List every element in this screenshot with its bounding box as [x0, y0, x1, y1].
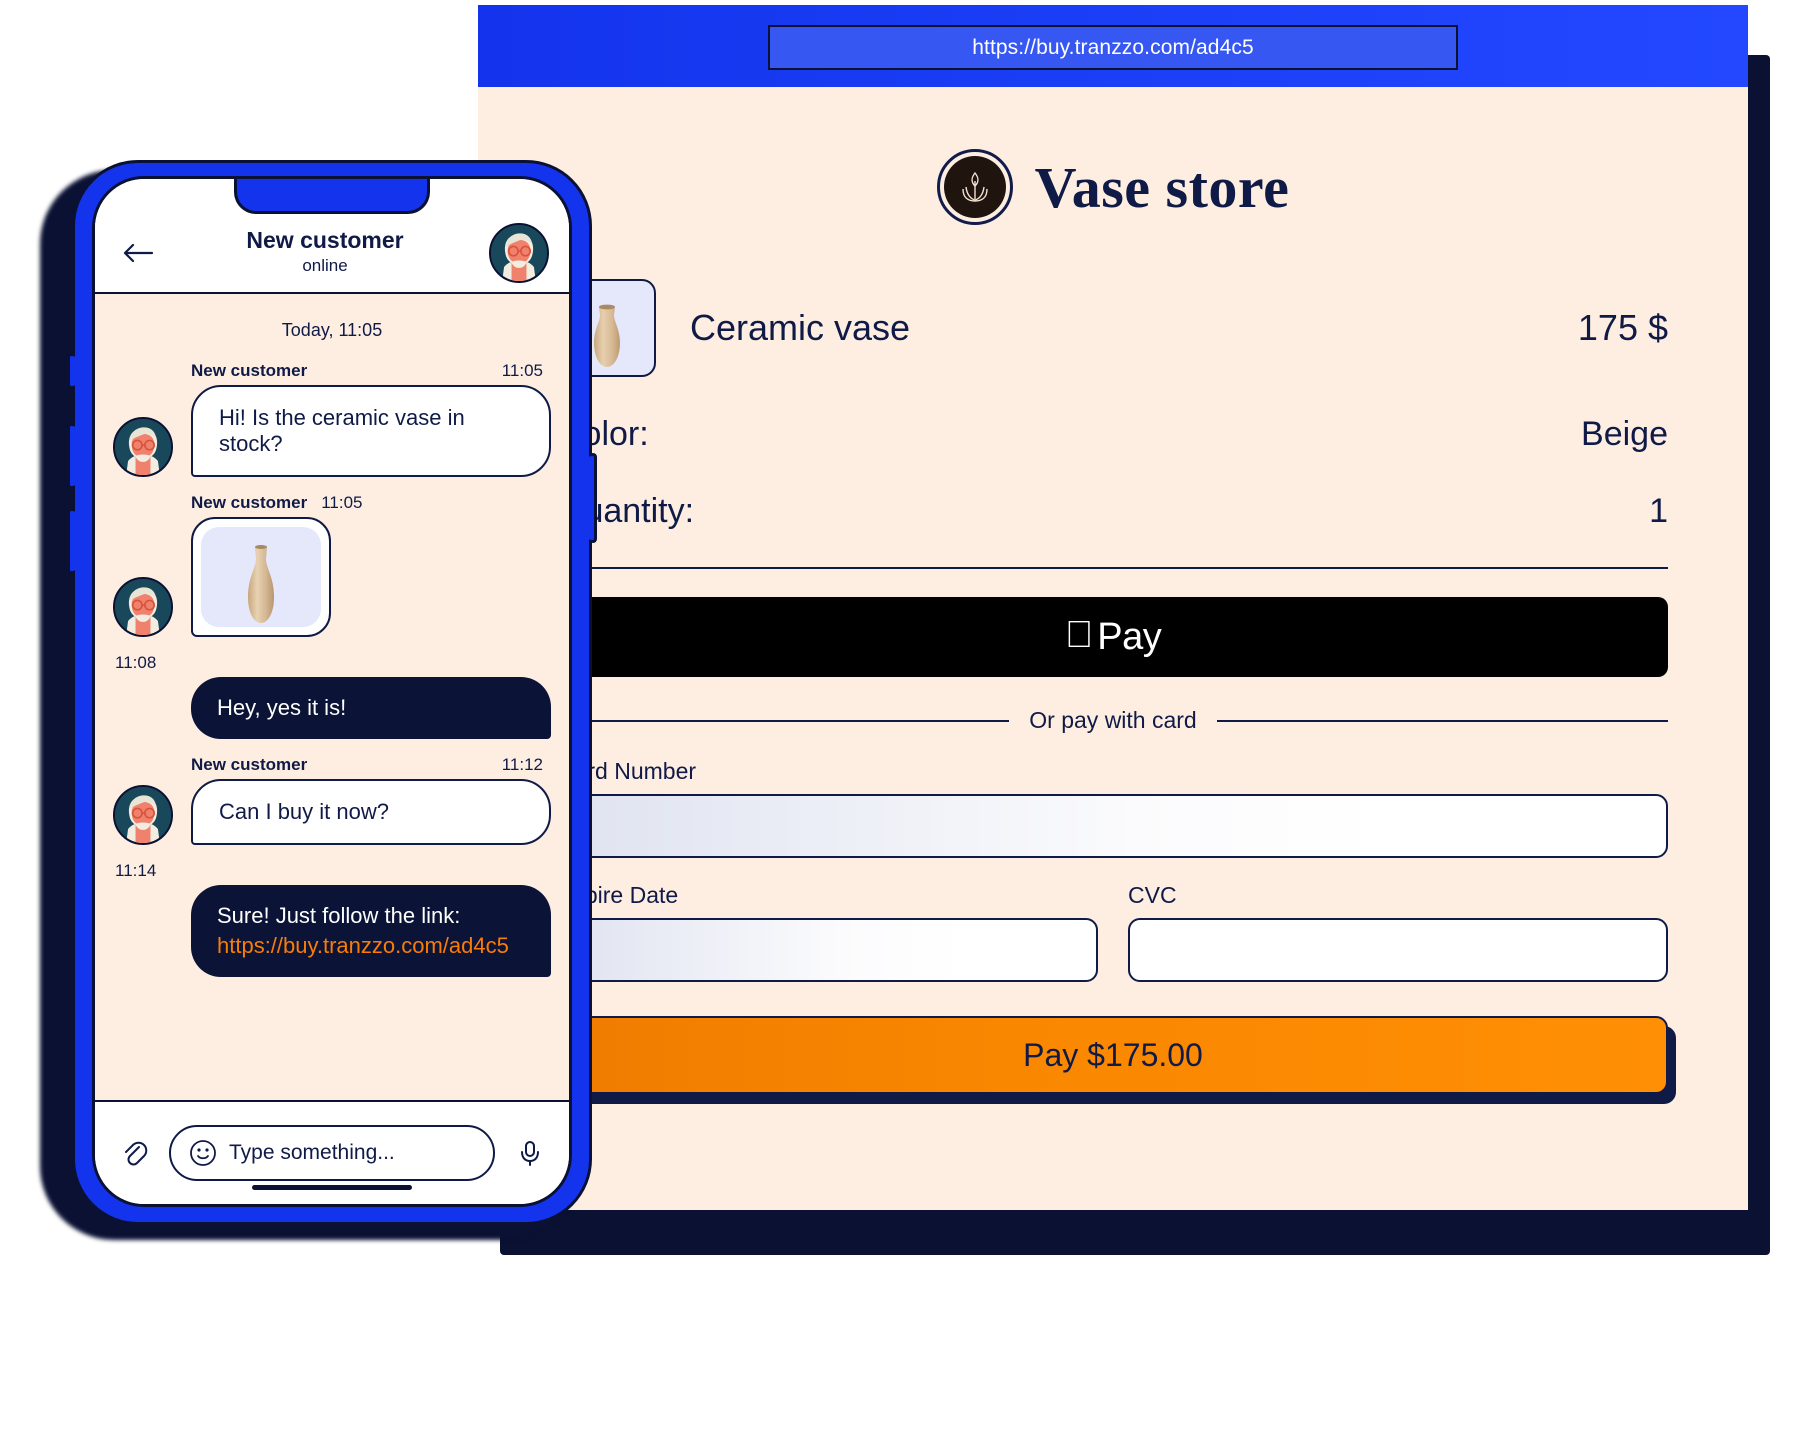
product-row: Ceramic vase 175 $	[558, 279, 1668, 377]
phone-volume-down-button[interactable]	[67, 508, 75, 574]
message-time: 11:05	[501, 361, 543, 380]
message-sender: New customer	[191, 755, 308, 774]
message-time: 11:08	[115, 653, 157, 672]
divider-left-rule	[558, 719, 1010, 722]
home-indicator	[252, 1185, 412, 1190]
customer-avatar-icon	[113, 577, 173, 637]
or-pay-with-card-divider: Or pay with card	[558, 707, 1669, 734]
expire-date-input[interactable]	[558, 918, 1098, 982]
chat-message-list[interactable]: Today, 11:05 New customer 11:05 Hi! Is t…	[95, 294, 569, 1100]
expiry-cvc-row: Expire Date CVC	[558, 858, 1668, 982]
chat-message-incoming-3: New customer 11:12 Can I buy it now?	[113, 755, 551, 845]
message-meta: New customer 11:05	[191, 493, 551, 513]
cvc-label: CVC	[1128, 882, 1177, 908]
cvc-input[interactable]	[1128, 918, 1668, 982]
chat-message-incoming-1: New customer 11:05 Hi! Is the ceramic va…	[113, 361, 551, 477]
chat-message-outgoing-2: 11:14 Sure! Just follow the link: https:…	[113, 861, 551, 977]
store-name: Vase store	[1034, 154, 1290, 220]
address-bar[interactable]: https://buy.tranzzo.com/ad4c5	[768, 25, 1458, 70]
customer-avatar-icon	[113, 417, 173, 477]
chat-message-incoming-2: New customer 11:05	[113, 493, 551, 637]
message-time: 11:12	[501, 755, 543, 774]
message-image-bubble[interactable]	[191, 517, 331, 637]
store-header: Vase store	[558, 87, 1668, 225]
section-divider	[558, 567, 1668, 569]
message-line: Can I buy it now?	[113, 779, 551, 845]
message-time: 11:05	[321, 493, 363, 512]
message-bubble: Hey, yes it is!	[191, 677, 551, 739]
cvc-group: CVC	[1128, 858, 1668, 982]
chat-contact-name: New customer	[246, 227, 404, 253]
message-sender: New customer	[191, 361, 308, 380]
customer-avatar-icon[interactable]	[489, 222, 549, 283]
message-meta: New customer 11:05	[191, 361, 543, 381]
microphone-icon[interactable]	[509, 1132, 551, 1174]
apple-logo-icon: 	[1065, 616, 1094, 654]
message-input[interactable]: Type something...	[169, 1125, 495, 1181]
divider-right-rule	[1216, 719, 1669, 722]
message-line	[113, 517, 551, 637]
card-number-input[interactable]	[558, 794, 1668, 858]
product-title: Ceramic vase	[690, 307, 911, 348]
checkout-page: Vase store Ceramic vase 175 $ Color: Bei…	[478, 87, 1748, 1210]
phone-volume-up-button[interactable]	[67, 423, 75, 489]
message-line: Hi! Is the ceramic vase in stock?	[113, 385, 551, 477]
paperclip-icon[interactable]	[113, 1132, 155, 1174]
message-bubble: Sure! Just follow the link: https://buy.…	[191, 885, 551, 977]
pay-button-wrapper: Pay $175.00	[558, 1016, 1676, 1104]
chat-header-titles: New customer online	[161, 227, 489, 276]
chat-day-stamp: Today, 11:05	[281, 320, 383, 340]
address-bar-url: https://buy.tranzzo.com/ad4c5	[972, 35, 1254, 59]
customer-avatar-icon	[113, 785, 173, 845]
expire-date-label: Expire Date	[558, 882, 679, 908]
message-text: Sure! Just follow the link:	[217, 903, 461, 928]
smiley-icon[interactable]	[189, 1139, 217, 1167]
quantity-value: 1	[1649, 492, 1668, 530]
message-time: 11:14	[115, 861, 157, 880]
apple-pay-label: Pay	[1083, 615, 1161, 658]
apple-pay-button[interactable]:  Pay	[558, 597, 1668, 677]
payment-link[interactable]: https://buy.tranzzo.com/ad4c5	[217, 933, 525, 959]
phone-device: New customer online Today, 11:05 New cus…	[67, 160, 597, 1225]
phone-screen: New customer online Today, 11:05 New cus…	[92, 176, 572, 1207]
or-pay-with-card-label: Or pay with card	[1029, 707, 1197, 733]
chat-contact-status: online	[302, 256, 348, 275]
attribute-row-quantity: Quantity: 1	[558, 492, 1668, 531]
pay-button[interactable]: Pay $175.00	[558, 1016, 1668, 1094]
browser-chrome-bar: https://buy.tranzzo.com/ad4c5	[478, 5, 1748, 87]
back-arrow-icon[interactable]	[115, 230, 161, 276]
message-sender: New customer	[191, 493, 308, 512]
pay-button-label: Pay $175.00	[1023, 1036, 1203, 1073]
chat-message-outgoing-1: 11:08 Hey, yes it is!	[113, 653, 551, 739]
message-bubble: Hi! Is the ceramic vase in stock?	[191, 385, 551, 477]
browser-window: https://buy.tranzzo.com/ad4c5 Vase store…	[478, 5, 1748, 1210]
screenshot-root: https://buy.tranzzo.com/ad4c5 Vase store…	[0, 0, 1803, 1453]
message-meta: New customer 11:12	[191, 755, 543, 775]
attribute-row-color: Color: Beige	[558, 415, 1668, 454]
expire-date-group: Expire Date	[558, 858, 1098, 982]
vase-photo	[201, 527, 321, 627]
message-bubble: Can I buy it now?	[191, 779, 551, 845]
color-value: Beige	[1581, 415, 1668, 453]
phone-power-button[interactable]	[589, 453, 597, 543]
phone-mute-switch[interactable]	[67, 353, 75, 389]
phone-notch	[234, 179, 430, 214]
message-input-placeholder: Type something...	[229, 1141, 395, 1164]
plant-leaf-emblem-icon	[936, 149, 1013, 225]
product-price: 175 $	[1577, 307, 1668, 348]
card-number-label: Card Number	[558, 758, 697, 784]
